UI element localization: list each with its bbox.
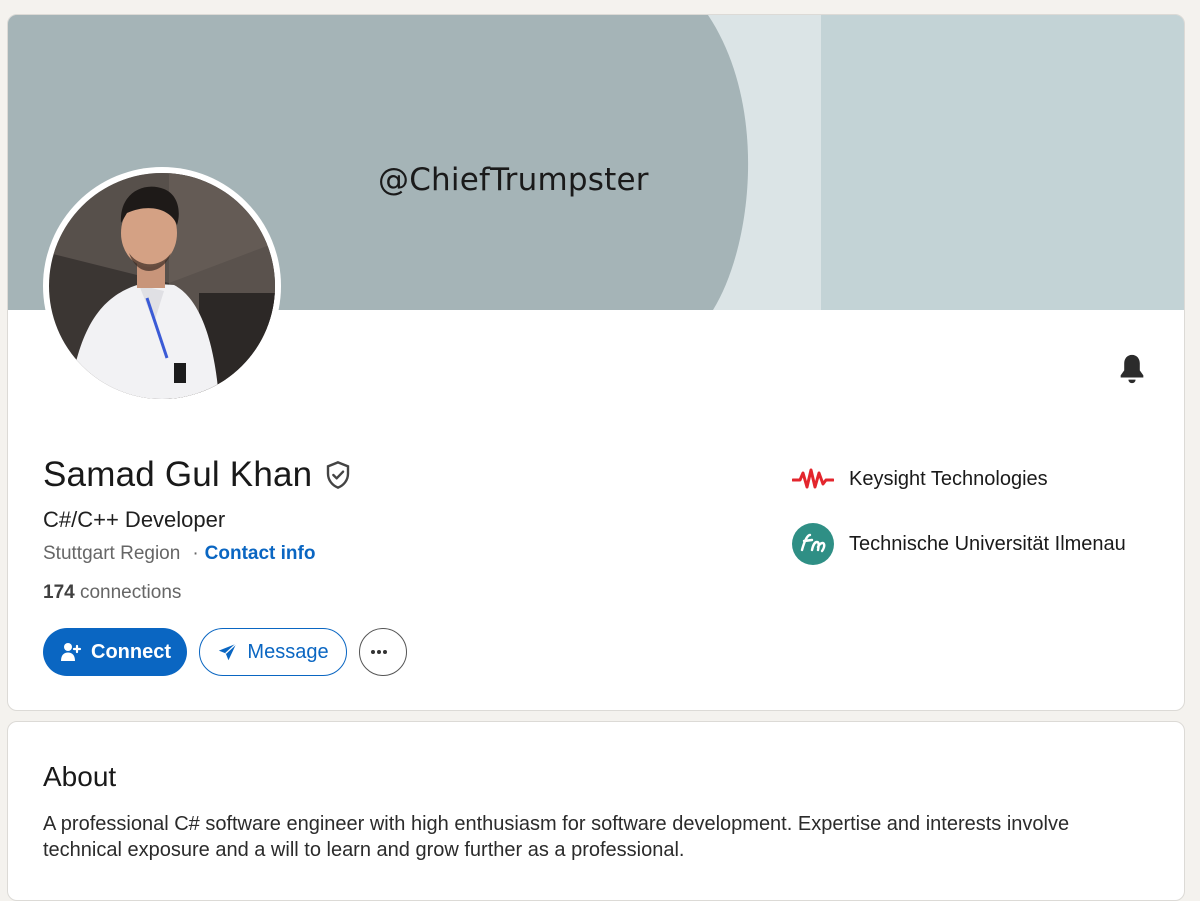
verified-shield-icon[interactable] <box>322 459 354 491</box>
about-card: About A professional C# software enginee… <box>7 721 1185 901</box>
send-icon <box>219 643 238 661</box>
ellipsis-icon <box>371 650 387 654</box>
org-keysight[interactable]: Keysight Technologies <box>791 457 1048 501</box>
profile-name: Samad Gul Khan <box>43 455 313 494</box>
connections-number: 174 <box>43 582 75 603</box>
connect-button[interactable]: Connect <box>43 628 187 676</box>
org-tu-ilmenau[interactable]: Technische Universität Ilmenau <box>791 522 1126 566</box>
keysight-logo <box>791 457 835 501</box>
profile-card: @ChiefTrumpster Samad Gul Khan C#/C++ De… <box>7 14 1185 711</box>
bell-icon[interactable] <box>1115 352 1149 386</box>
about-title: About <box>43 761 117 792</box>
keysight-wave-icon <box>792 468 834 489</box>
message-button[interactable]: Message <box>199 628 347 676</box>
message-label: Message <box>247 640 329 663</box>
profile-headline: C#/C++ Developer <box>43 507 226 532</box>
avatar[interactable] <box>43 167 281 405</box>
connect-label: Connect <box>91 640 171 663</box>
separator-dot: · <box>192 543 199 564</box>
more-actions-button[interactable] <box>359 628 407 676</box>
banner-handle-text: @ChiefTrumpster <box>378 162 649 198</box>
location-row: Stuttgart Region · Contact info <box>43 543 315 565</box>
contact-info-link[interactable]: Contact info <box>205 543 316 565</box>
connections-count[interactable]: 174 connections <box>43 582 181 604</box>
add-person-icon <box>61 643 82 661</box>
profile-location: Stuttgart Region <box>43 543 181 564</box>
name-row: Samad Gul Khan <box>43 455 354 495</box>
tu-ilmenau-logo <box>791 522 835 566</box>
org-tu-ilmenau-name: Technische Universität Ilmenau <box>849 532 1126 555</box>
connections-label: connections <box>79 582 182 603</box>
tu-ilmenau-emblem-icon <box>792 523 834 565</box>
profile-photo <box>49 173 275 399</box>
org-keysight-name: Keysight Technologies <box>849 467 1048 490</box>
about-text: A professional C# software engineer with… <box>43 813 1070 861</box>
